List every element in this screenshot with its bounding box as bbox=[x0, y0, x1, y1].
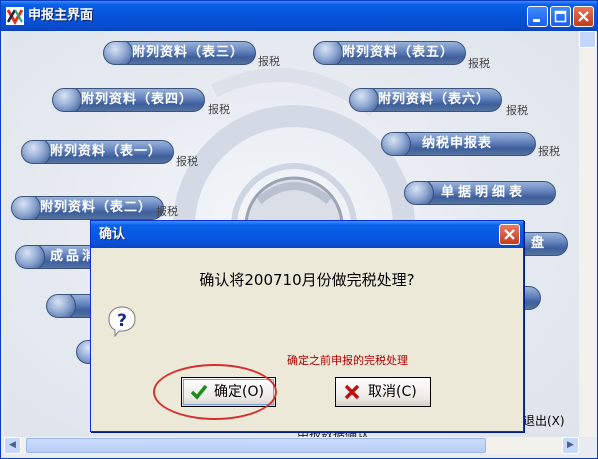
pill-knob-icon bbox=[53, 89, 82, 111]
scroll-right-button[interactable]: ▶ bbox=[562, 437, 579, 454]
scroll-up-button[interactable] bbox=[579, 31, 596, 48]
vertical-scrollbar[interactable] bbox=[579, 31, 596, 437]
ok-button-highlight-circle bbox=[153, 364, 277, 420]
tax-label: 报税 bbox=[538, 145, 560, 158]
app-logo-icon bbox=[6, 7, 24, 25]
question-icon: ? bbox=[108, 306, 136, 337]
horizontal-scroll-thumb[interactable] bbox=[26, 438, 486, 453]
dialog-message: 确认将200710月份做完税处理? bbox=[199, 271, 415, 289]
tax-label: 报税 bbox=[506, 104, 528, 117]
minimize-button[interactable] bbox=[527, 6, 548, 27]
close-icon bbox=[504, 229, 515, 240]
pill-attach-3[interactable]: 附列资料（表三） bbox=[103, 41, 256, 65]
pill-knob-icon bbox=[22, 141, 51, 163]
pill-knob-icon bbox=[104, 42, 133, 64]
pill-knob-icon bbox=[47, 295, 76, 317]
dialog-titlebar[interactable]: 确认 bbox=[91, 221, 523, 248]
pill-attach-6[interactable]: 附列资料（表六） bbox=[349, 88, 502, 112]
tax-label: 报税 bbox=[208, 103, 230, 116]
pill-knob-icon bbox=[382, 133, 411, 155]
cancel-button[interactable]: 取消(C) bbox=[335, 377, 431, 407]
pill-knob-icon bbox=[314, 42, 343, 64]
dialog-close-button[interactable] bbox=[499, 224, 520, 245]
close-window-button[interactable] bbox=[573, 6, 594, 27]
dialog-note: 确定之前申报的完税处理 bbox=[287, 354, 408, 367]
close-icon bbox=[578, 11, 589, 22]
window-title: 申报主界面 bbox=[28, 8, 94, 23]
pill-attach-2[interactable]: 附列资料（表二） bbox=[11, 196, 164, 220]
tax-label: 报税 bbox=[176, 155, 198, 168]
tax-label: 报税 bbox=[468, 57, 490, 70]
maximize-icon bbox=[554, 10, 567, 23]
pill-knob-icon bbox=[405, 182, 434, 204]
confirm-dialog: 确认 确认将200710月份做完税处理? ? 确定之前申报的完税处理 确定(O)… bbox=[90, 220, 524, 432]
pill-knob-icon bbox=[350, 89, 379, 111]
pill-attach-1[interactable]: 附列资料（表一） bbox=[21, 140, 174, 164]
x-icon bbox=[344, 384, 360, 400]
scroll-left-button[interactable]: ◀ bbox=[4, 437, 21, 454]
minimize-icon bbox=[533, 19, 540, 22]
pill-knob-icon bbox=[16, 246, 45, 268]
tax-label: 报税 bbox=[258, 55, 280, 68]
horizontal-scrollbar[interactable]: ◀ ▶ bbox=[4, 437, 579, 454]
pill-tax-return[interactable]: 纳税申报表 bbox=[381, 132, 536, 156]
pill-knob-icon bbox=[12, 197, 41, 219]
pill-detail[interactable]: 单据明细表 bbox=[404, 181, 556, 205]
pill-attach-4[interactable]: 附列资料（表四） bbox=[52, 88, 205, 112]
cancel-button-label: 取消(C) bbox=[368, 384, 417, 400]
svg-text:?: ? bbox=[117, 311, 127, 331]
tax-label: 报税 bbox=[156, 205, 178, 218]
main-titlebar[interactable]: 申报主界面 bbox=[1, 1, 597, 31]
maximize-button[interactable] bbox=[550, 6, 571, 27]
dialog-title: 确认 bbox=[99, 227, 126, 242]
exit-label[interactable]: 退出(X) bbox=[523, 412, 565, 429]
pill-attach-5[interactable]: 附列资料（表五） bbox=[313, 41, 466, 65]
